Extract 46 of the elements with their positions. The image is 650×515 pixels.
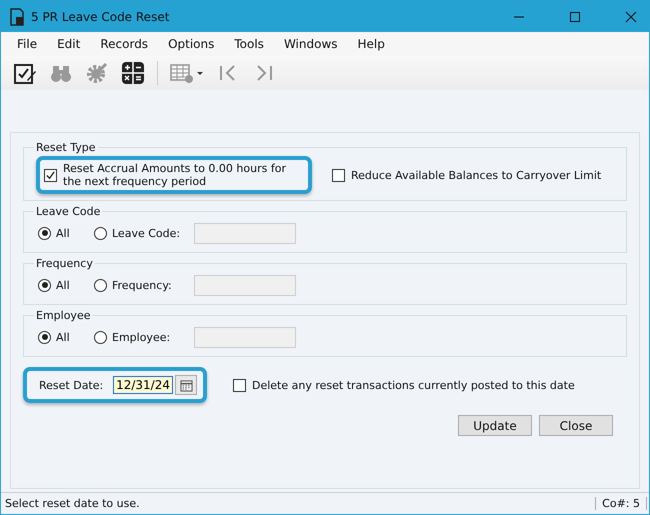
calendar-icon bbox=[180, 378, 192, 392]
input-field[interactable] bbox=[194, 326, 296, 348]
menu-item[interactable]: Options bbox=[158, 37, 224, 51]
menu-item[interactable]: Windows bbox=[274, 37, 348, 51]
group-title: Reset Type bbox=[35, 141, 96, 154]
radio-button[interactable] bbox=[38, 330, 51, 344]
update-button[interactable]: Update bbox=[458, 415, 532, 436]
checkbox[interactable] bbox=[332, 168, 345, 182]
group-title: Frequency bbox=[35, 257, 94, 270]
checkbox[interactable] bbox=[44, 168, 57, 182]
group-title: Leave Code bbox=[35, 205, 102, 218]
menu-item[interactable]: Tools bbox=[224, 37, 274, 51]
input-field[interactable] bbox=[194, 274, 296, 296]
radio-button[interactable] bbox=[94, 330, 107, 344]
edit-icon[interactable] bbox=[13, 61, 37, 85]
status-message: Select reset date to use. bbox=[5, 497, 141, 510]
checkbox-label: Reduce Available Balances to Carryover Limit bbox=[351, 168, 602, 182]
input-field[interactable] bbox=[194, 222, 296, 244]
radio-button[interactable] bbox=[94, 226, 107, 240]
group-title: Employee bbox=[35, 309, 92, 322]
maximize-icon[interactable] bbox=[569, 10, 581, 22]
checkbox[interactable] bbox=[233, 378, 246, 392]
menu-item[interactable]: Records bbox=[90, 37, 158, 51]
radio-label: All bbox=[56, 226, 70, 240]
company-number: Co#: 5 bbox=[595, 497, 647, 510]
checkbox-label: Delete any reset transactions currently posted to this date bbox=[252, 378, 575, 392]
date-field[interactable]: 12/31/24 bbox=[113, 376, 173, 394]
date-label: Reset Date: bbox=[39, 378, 104, 392]
document-icon bbox=[9, 8, 25, 26]
radio-label: All bbox=[56, 278, 70, 292]
checkbox-label: Reset Accrual Amounts to 0.00 hours for the next frequency period bbox=[63, 162, 287, 188]
radio-label: All bbox=[56, 330, 70, 344]
radio-button[interactable] bbox=[38, 226, 51, 240]
menu-item[interactable]: File bbox=[7, 37, 48, 51]
radio-button[interactable] bbox=[94, 278, 107, 292]
radio-label: Leave Code: bbox=[112, 226, 180, 240]
radio-label: Frequency: bbox=[112, 278, 172, 292]
calendar-button[interactable] bbox=[175, 375, 197, 395]
close-icon[interactable] bbox=[625, 10, 637, 22]
radio-button[interactable] bbox=[38, 278, 51, 292]
radio-label: Employee: bbox=[112, 330, 170, 344]
close-button[interactable]: Close bbox=[539, 415, 613, 436]
window-title: 5 PR Leave Code Reset bbox=[31, 10, 170, 24]
calculator-icon[interactable] bbox=[121, 61, 145, 85]
menu-item[interactable]: Edit bbox=[47, 37, 90, 51]
menu-item[interactable]: Help bbox=[348, 37, 395, 51]
